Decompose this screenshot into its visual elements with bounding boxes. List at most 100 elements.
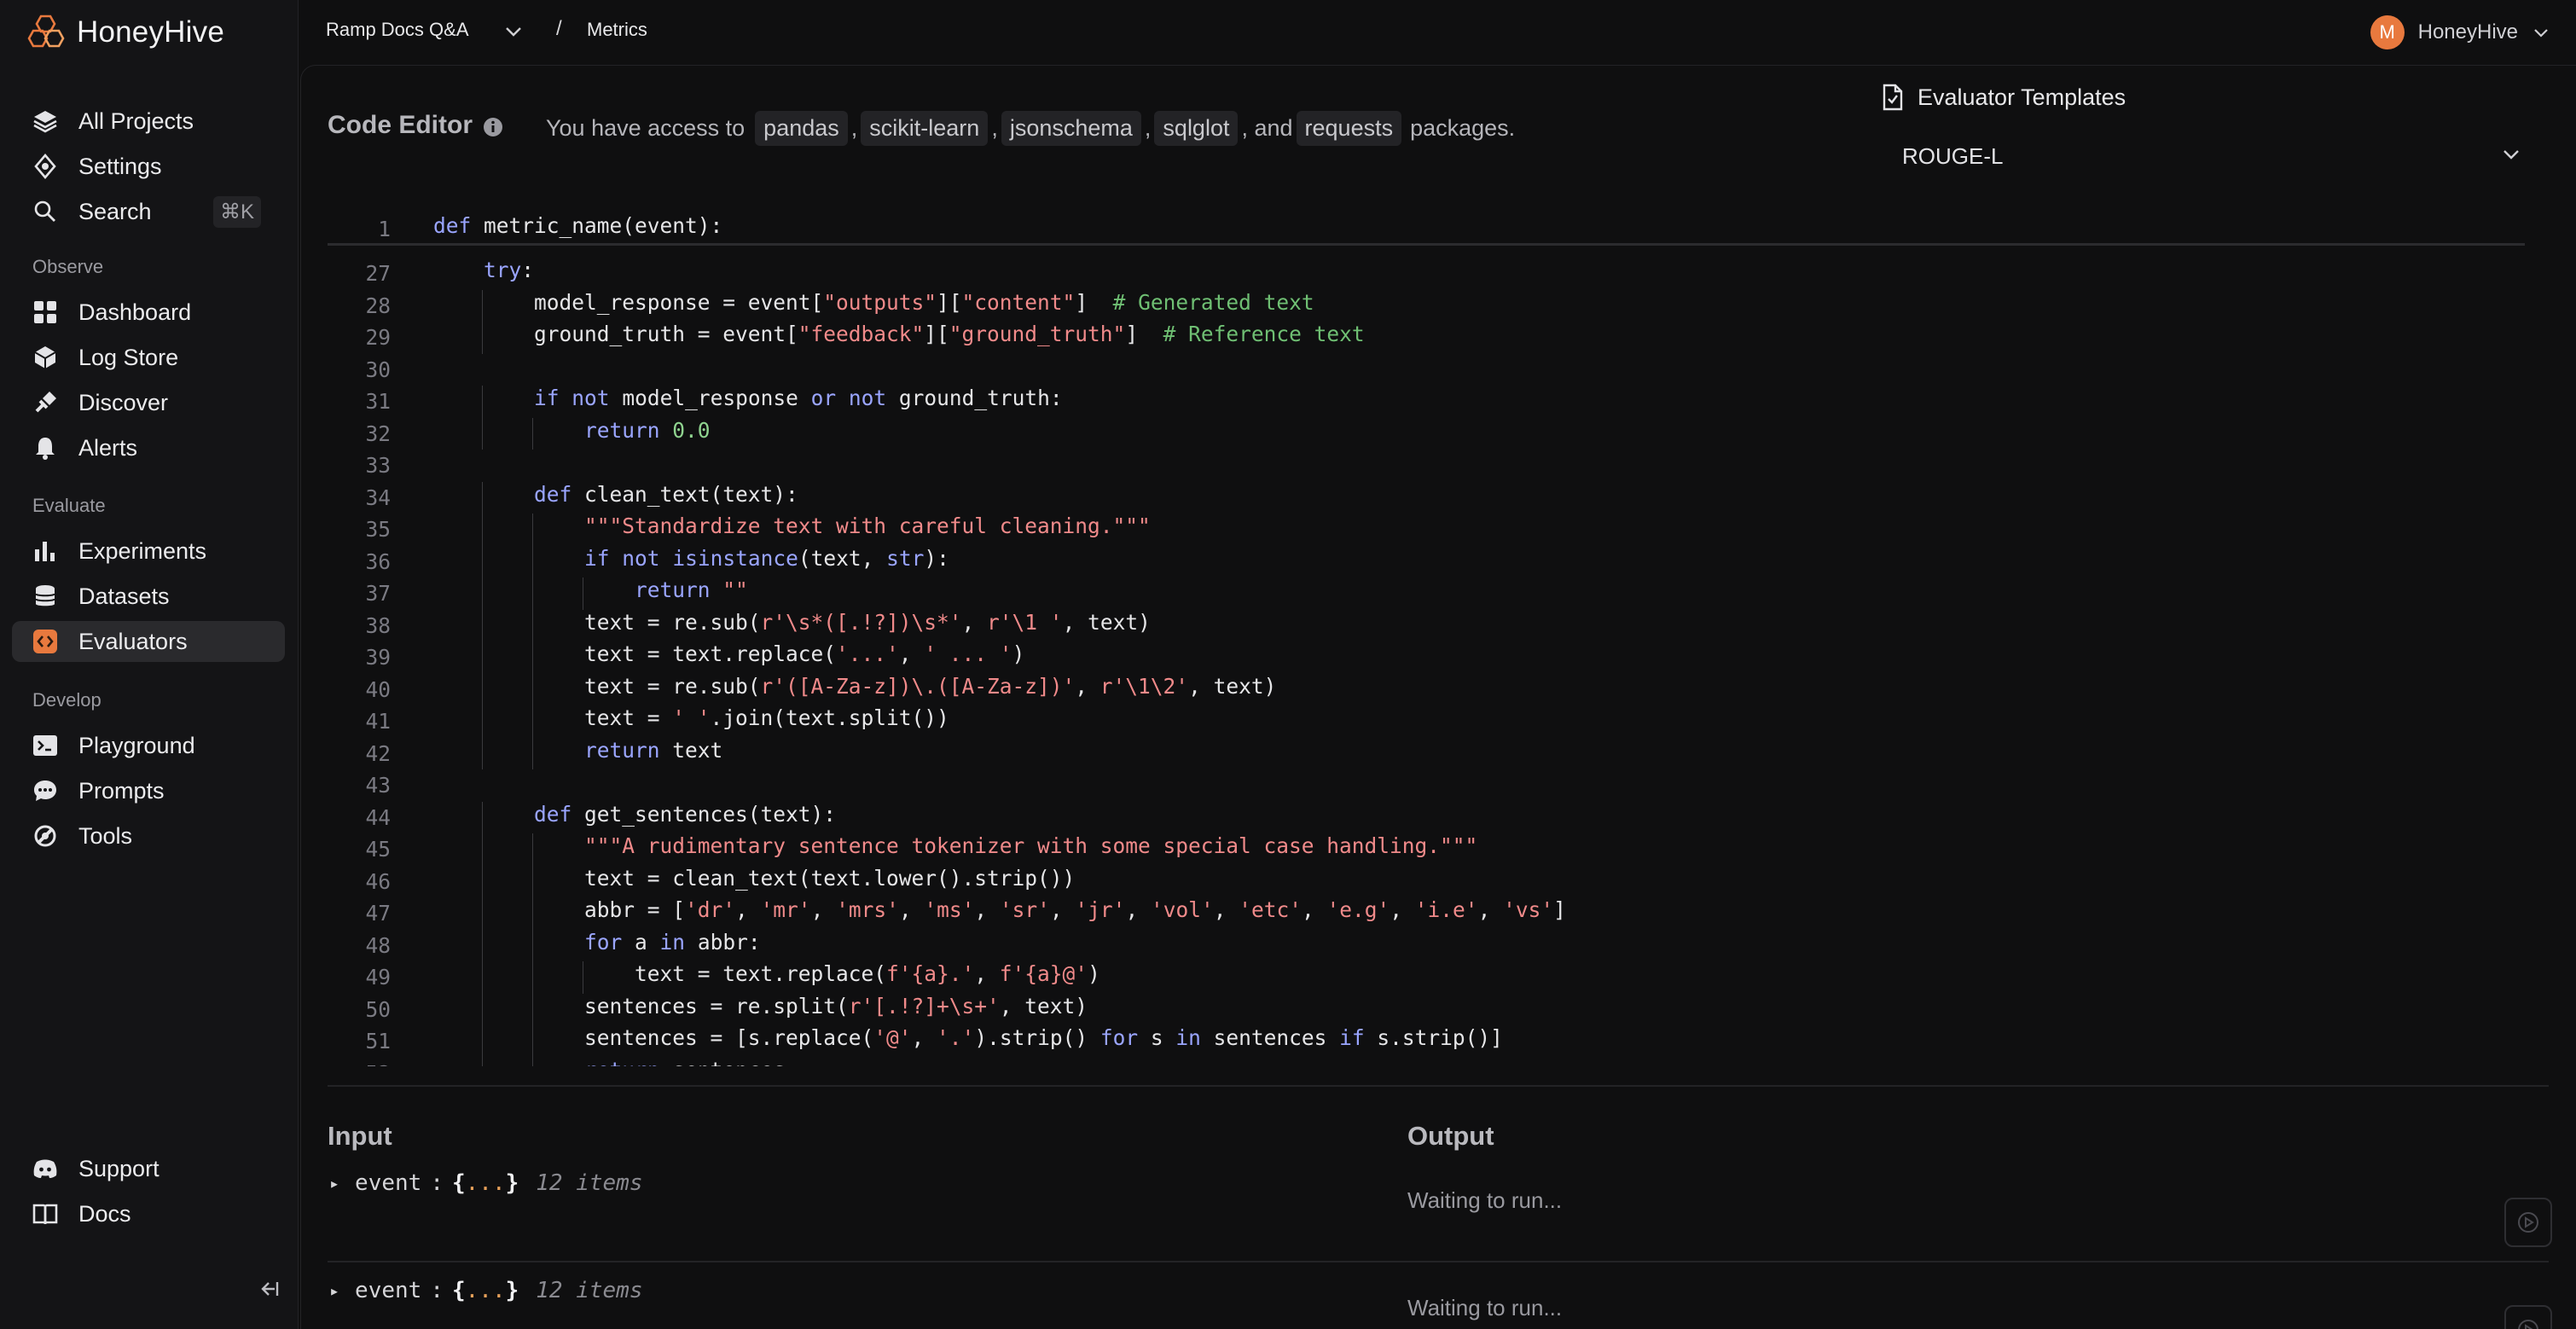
play-circle-icon (2518, 1320, 2538, 1329)
expand-caret-icon[interactable]: ▸ (329, 1280, 339, 1301)
sidebar-item-label: Docs (78, 1200, 131, 1227)
search-icon (29, 195, 61, 228)
line-number: 32 (365, 421, 391, 446)
sidebar-item-all-projects[interactable]: All Projects (12, 101, 285, 142)
breadcrumb-separator: / (556, 17, 562, 40)
sidebar-item-settings[interactable]: Settings (12, 146, 285, 187)
sidebar-item-search[interactable]: Search ⌘K (12, 191, 285, 232)
output-status: Waiting to run... (1407, 1295, 1563, 1320)
packages-suffix: packages. (1410, 115, 1516, 141)
indent-guide (482, 673, 483, 705)
brand-logo[interactable]: HoneyHive (27, 12, 224, 53)
run-button[interactable] (2504, 1198, 2552, 1247)
sidebar-item-label: Settings (78, 153, 162, 179)
indent-guide (532, 897, 533, 930)
sidebar-item-label: Tools (78, 822, 133, 849)
indent-guide (482, 577, 483, 610)
line-number: 34 (365, 485, 391, 510)
line-number: 29 (365, 325, 391, 350)
sidebar-item-datasets[interactable]: Datasets (12, 576, 285, 617)
indent-guide (532, 961, 533, 994)
breadcrumb-page[interactable]: Metrics (587, 19, 647, 41)
sidebar-item-support[interactable]: Support (12, 1148, 285, 1189)
code-editor[interactable]: 1 def metric_name(event): 27 try: 28 mode… (328, 205, 2525, 1066)
event-item-count: 12 items (536, 1278, 643, 1303)
sidebar-item-label: Datasets (78, 583, 170, 609)
line-number: 42 (365, 740, 391, 766)
event-open-brace: { (451, 1170, 466, 1196)
sidebar-item-label: Evaluators (78, 628, 188, 654)
indent-guide (532, 737, 533, 769)
chat-icon (29, 775, 61, 807)
packages-prefix: You have access to (546, 115, 746, 141)
package-chip: scikit-learn (861, 111, 989, 146)
sidebar-item-alerts[interactable]: Alerts (12, 427, 285, 468)
code-line: """A rudimentary sentence tokenizer with… (584, 833, 1478, 858)
selected-template: ROUGE-L (1902, 143, 2004, 169)
line-number: 27 (365, 261, 391, 286)
chevron-down-icon (2501, 147, 2521, 166)
sidebar-item-playground[interactable]: Playground (12, 725, 285, 766)
line-number: 44 (365, 804, 391, 830)
indent-guide (482, 417, 483, 450)
indent-guide (482, 322, 483, 354)
sidebar-item-prompts[interactable]: Prompts (12, 770, 285, 811)
discover-icon (29, 386, 61, 419)
code-line: if not isinstance(text, str): (584, 545, 949, 571)
collapse-left-icon (261, 1282, 279, 1296)
sidebar-item-evaluators[interactable]: Evaluators (12, 621, 285, 662)
event-key: event (355, 1278, 422, 1303)
sidebar-item-dashboard[interactable]: Dashboard (12, 292, 285, 333)
code-line: def metric_name(event): (433, 213, 723, 238)
event-colon: : (430, 1170, 444, 1196)
line-number: 50 (365, 996, 391, 1022)
sidebar-item-log-store[interactable]: Log Store (12, 337, 285, 378)
tools-icon (29, 820, 61, 852)
indent-guide (532, 1025, 533, 1058)
breadcrumb-project[interactable]: Ramp Docs Q&A (326, 19, 469, 41)
discord-icon (29, 1152, 61, 1185)
code-line: try: (484, 258, 535, 282)
code-line: text = text.replace('...', ' ... ') (433, 641, 1025, 666)
sidebar: HoneyHive All Projects Settings Search ⌘… (0, 0, 299, 1329)
sidebar-item-label: Discover (78, 389, 169, 415)
file-check-icon (1883, 84, 1903, 111)
event-collapsed-dots: ... (465, 1278, 506, 1303)
input-event-tree[interactable]: ▸ event : { ... } 12 items (329, 1170, 643, 1196)
collapse-sidebar-button[interactable] (254, 1274, 283, 1303)
search-shortcut: ⌘K (212, 195, 261, 228)
sidebar-item-docs[interactable]: Docs (12, 1193, 285, 1234)
divider (328, 1261, 2549, 1262)
indent-guide (482, 865, 483, 897)
indent-guide (482, 705, 483, 738)
sidebar-item-label: Search (78, 198, 152, 224)
project-switcher-button[interactable] (503, 24, 524, 44)
indent-guide (482, 481, 483, 514)
sidebar-item-tools[interactable]: Tools (12, 815, 285, 856)
section-develop: Develop (32, 689, 102, 711)
info-icon[interactable] (483, 117, 503, 142)
sidebar-item-discover[interactable]: Discover (12, 382, 285, 423)
divider (328, 1085, 2549, 1087)
user-menu[interactable]: M HoneyHive (2370, 15, 2550, 49)
code-line: ground_truth = event["feedback"]["ground… (433, 322, 1365, 346)
event-close-brace: } (505, 1278, 519, 1303)
run-button[interactable] (2504, 1305, 2552, 1329)
indent-guide (482, 961, 483, 994)
line-number: 41 (365, 709, 391, 734)
event-open-brace: { (451, 1278, 466, 1303)
line-number: 38 (365, 612, 391, 638)
line-number: 35 (365, 517, 391, 542)
bar-chart-icon (29, 535, 61, 567)
expand-caret-icon[interactable]: ▸ (329, 1173, 339, 1193)
database-icon (29, 580, 61, 612)
code-line: if not model_response or not ground_trut… (534, 386, 1063, 410)
event-colon: : (430, 1278, 444, 1303)
input-event-tree[interactable]: ▸ event : { ... } 12 items (329, 1278, 643, 1303)
code-icon (29, 625, 61, 658)
layers-icon (29, 105, 61, 137)
code-line: abbr = ['dr', 'mr', 'mrs', 'ms', 'sr', '… (433, 897, 1566, 922)
evaluator-template-select[interactable]: ROUGE-L (1885, 135, 2530, 177)
sidebar-item-experiments[interactable]: Experiments (12, 531, 285, 572)
brand-name: HoneyHive (77, 15, 224, 49)
